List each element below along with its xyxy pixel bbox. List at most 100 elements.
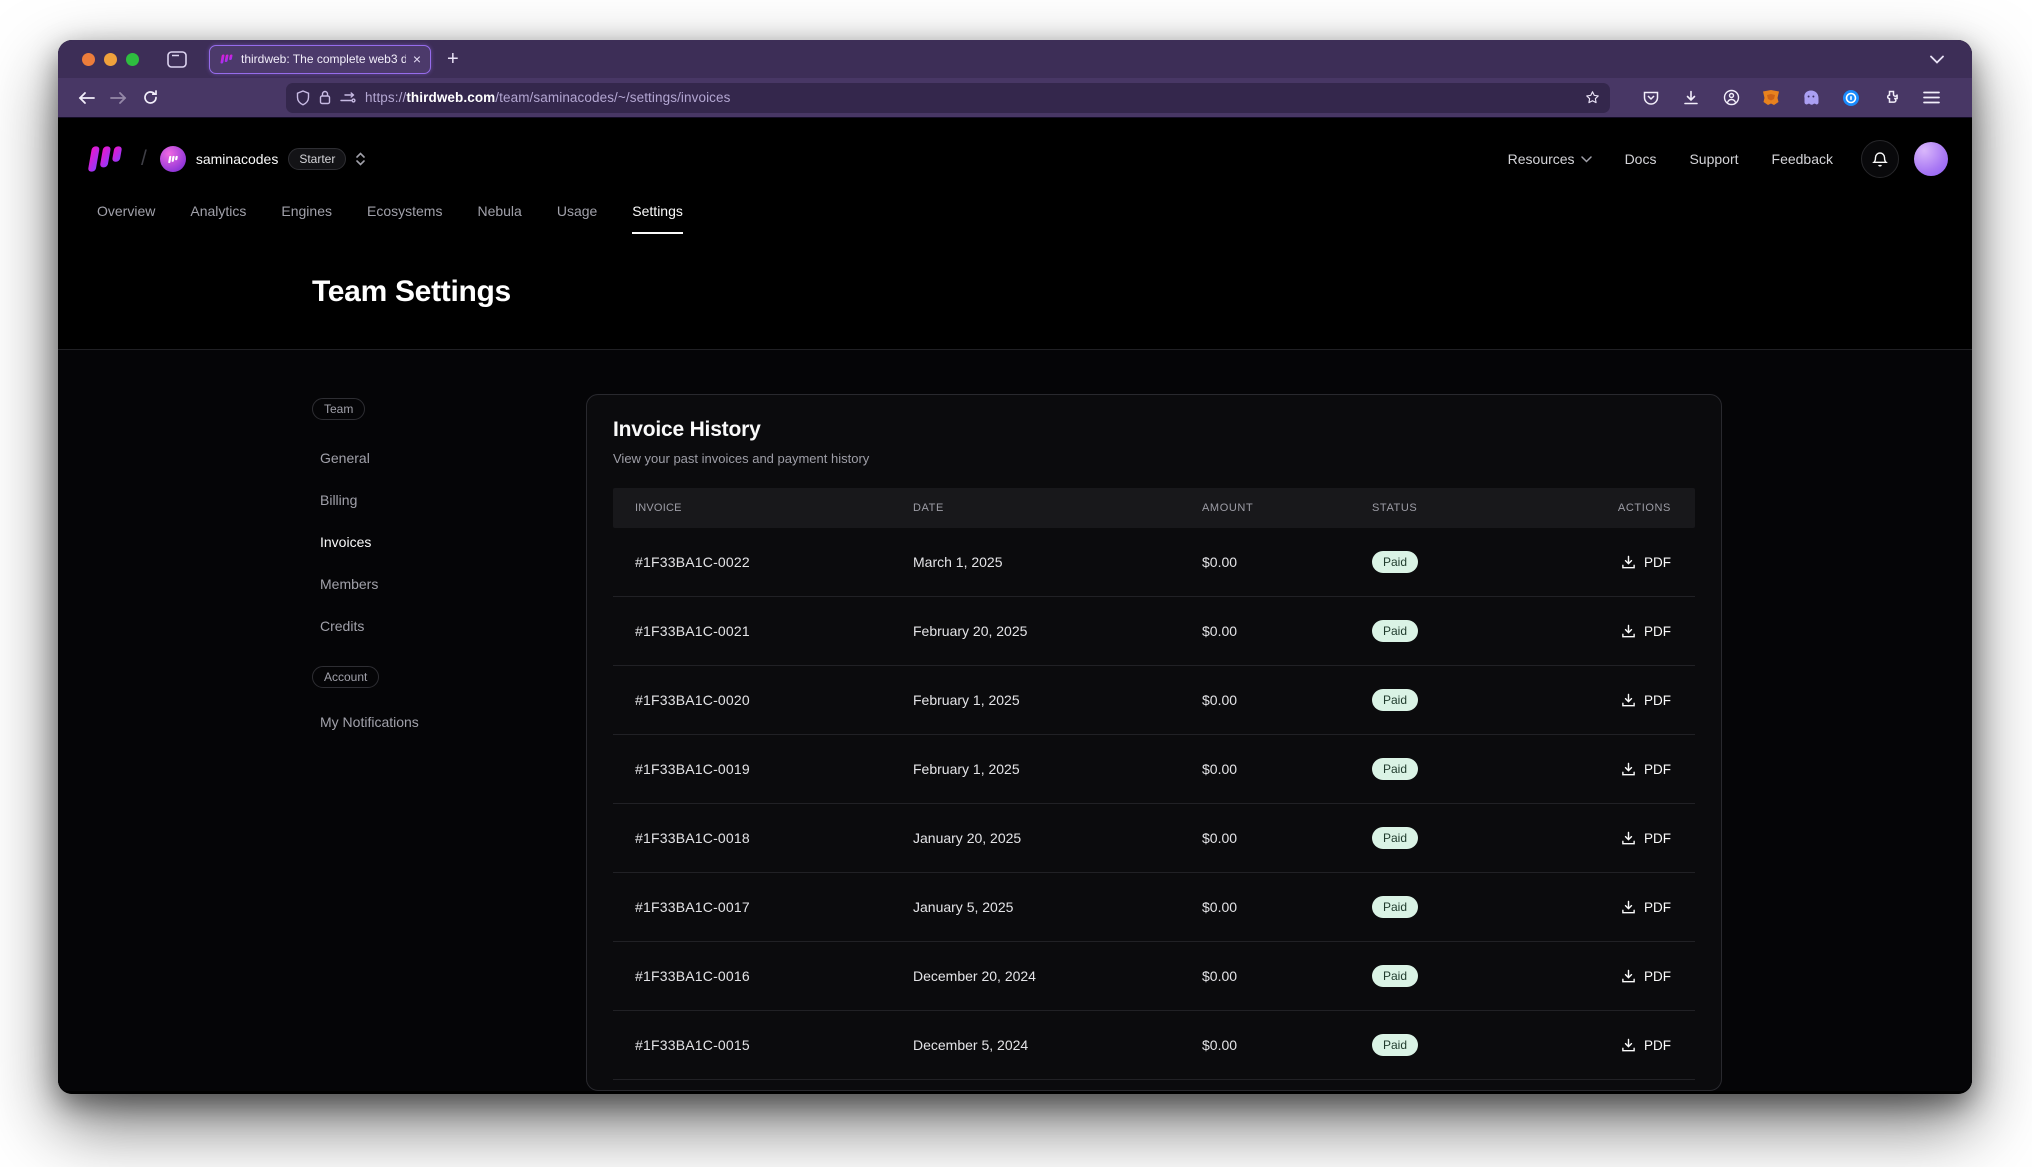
team-name[interactable]: saminacodes <box>196 151 279 167</box>
connection-secure-lock-icon[interactable] <box>319 90 331 105</box>
list-tabs-chevron-icon[interactable] <box>1930 55 1944 64</box>
notifications-bell-button[interactable] <box>1861 140 1899 178</box>
page-title-band: Team Settings <box>58 234 1972 349</box>
download-pdf-button[interactable]: PDF <box>1621 693 1671 708</box>
download-icon <box>1621 900 1636 915</box>
tab-ecosystems[interactable]: Ecosystems <box>367 203 442 234</box>
col-actions: ACTIONS <box>1542 502 1695 514</box>
nav-docs[interactable]: Docs <box>1625 151 1657 167</box>
url-bar[interactable]: https://thirdweb.com/team/saminacodes/~/… <box>286 83 1610 113</box>
sidebar-group-account: Account <box>312 666 379 688</box>
close-window-button[interactable] <box>82 53 95 66</box>
invoice-amount: $0.00 <box>1202 554 1372 570</box>
download-pdf-button[interactable]: PDF <box>1621 555 1671 570</box>
card-title: Invoice History <box>613 418 1695 442</box>
table-row: #1F33BA1C-0020 February 1, 2025 $0.00 Pa… <box>613 666 1695 735</box>
download-icon <box>1621 762 1636 777</box>
team-avatar[interactable] <box>160 146 186 172</box>
metamask-extension-icon[interactable] <box>1756 84 1786 112</box>
invoice-amount: $0.00 <box>1202 899 1372 915</box>
tab-nebula[interactable]: Nebula <box>477 203 521 234</box>
download-pdf-button[interactable]: PDF <box>1621 762 1671 777</box>
tracking-protection-shield-icon[interactable] <box>296 90 310 106</box>
close-tab-icon[interactable]: × <box>413 52 421 66</box>
download-icon <box>1621 1038 1636 1053</box>
invoices-table: INVOICE DATE AMOUNT STATUS ACTIONS #1F33… <box>613 488 1695 1080</box>
tab-analytics[interactable]: Analytics <box>190 203 246 234</box>
col-status: STATUS <box>1372 502 1542 514</box>
menu-hamburger-icon[interactable] <box>1916 84 1946 112</box>
maximize-window-button[interactable] <box>126 53 139 66</box>
tab-title: thirdweb: The complete web3 d <box>241 52 406 66</box>
invoice-date: January 5, 2025 <box>913 899 1202 915</box>
tab-usage[interactable]: Usage <box>557 203 597 234</box>
bookmark-star-icon[interactable] <box>1585 90 1600 105</box>
invoice-number: #1F33BA1C-0021 <box>613 623 913 639</box>
card-subtitle: View your past invoices and payment hist… <box>613 451 1695 466</box>
invoice-amount: $0.00 <box>1202 761 1372 777</box>
download-icon <box>1621 831 1636 846</box>
minimize-window-button[interactable] <box>104 53 117 66</box>
downloads-icon[interactable] <box>1676 84 1706 112</box>
status-badge: Paid <box>1372 827 1418 849</box>
thirdweb-header: / saminacodes Starter Resources Docs Sup… <box>58 118 1972 234</box>
thirdweb-logo[interactable] <box>82 145 128 173</box>
invoice-amount: $0.00 <box>1202 692 1372 708</box>
download-pdf-button[interactable]: PDF <box>1621 1038 1671 1053</box>
user-avatar[interactable] <box>1914 142 1948 176</box>
extensions-puzzle-icon[interactable] <box>1876 84 1906 112</box>
browser-window: thirdweb: The complete web3 d × + <box>58 40 1972 1094</box>
table-row: #1F33BA1C-0019 February 1, 2025 $0.00 Pa… <box>613 735 1695 804</box>
tab-settings[interactable]: Settings <box>632 203 683 234</box>
settings-layout: Team General Billing Invoices Members Cr… <box>58 350 1972 1091</box>
sidebar-item-general[interactable]: General <box>312 450 542 466</box>
onepassword-extension-icon[interactable] <box>1836 84 1866 112</box>
phantom-extension-icon[interactable] <box>1796 84 1826 112</box>
nav-resources[interactable]: Resources <box>1508 151 1592 167</box>
invoice-number: #1F33BA1C-0020 <box>613 692 913 708</box>
pocket-icon[interactable] <box>1636 84 1666 112</box>
firefox-view-icon[interactable] <box>167 51 187 68</box>
status-badge: Paid <box>1372 620 1418 642</box>
nav-feedback[interactable]: Feedback <box>1772 151 1833 167</box>
page-title: Team Settings <box>312 275 1948 309</box>
col-date: DATE <box>913 502 1202 514</box>
browser-tab[interactable]: thirdweb: The complete web3 d × <box>209 45 431 74</box>
sidebar-item-credits[interactable]: Credits <box>312 618 542 634</box>
sidebar-group-team: Team <box>312 398 365 420</box>
back-button[interactable] <box>70 83 102 113</box>
sidebar-item-billing[interactable]: Billing <box>312 492 542 508</box>
download-icon <box>1621 624 1636 639</box>
firefox-account-icon[interactable] <box>1716 84 1746 112</box>
invoice-amount: $0.00 <box>1202 1037 1372 1053</box>
team-switcher-chevrons-icon[interactable] <box>355 151 366 167</box>
address-text[interactable]: https://thirdweb.com/team/saminacodes/~/… <box>365 90 1576 105</box>
download-pdf-button[interactable]: PDF <box>1621 831 1671 846</box>
invoice-date: February 1, 2025 <box>913 761 1202 777</box>
site-permissions-icon[interactable] <box>340 92 356 104</box>
invoice-date: December 20, 2024 <box>913 968 1202 984</box>
sidebar-item-members[interactable]: Members <box>312 576 542 592</box>
download-pdf-button[interactable]: PDF <box>1621 969 1671 984</box>
tab-overview[interactable]: Overview <box>97 203 155 234</box>
sidebar-item-my-notifications[interactable]: My Notifications <box>312 714 542 730</box>
download-icon <box>1621 969 1636 984</box>
invoice-date: December 5, 2024 <box>913 1037 1202 1053</box>
status-badge: Paid <box>1372 965 1418 987</box>
nav-support[interactable]: Support <box>1689 151 1738 167</box>
tab-engines[interactable]: Engines <box>281 203 332 234</box>
col-amount: AMOUNT <box>1202 502 1372 514</box>
invoice-number: #1F33BA1C-0017 <box>613 899 913 915</box>
sidebar-item-invoices[interactable]: Invoices <box>312 534 542 550</box>
download-pdf-button[interactable]: PDF <box>1621 900 1671 915</box>
window-controls <box>82 53 139 66</box>
reload-button[interactable] <box>134 83 166 113</box>
forward-button[interactable] <box>102 83 134 113</box>
download-pdf-button[interactable]: PDF <box>1621 624 1671 639</box>
table-row: #1F33BA1C-0016 December 20, 2024 $0.00 P… <box>613 942 1695 1011</box>
table-row: #1F33BA1C-0021 February 20, 2025 $0.00 P… <box>613 597 1695 666</box>
settings-sidebar: Team General Billing Invoices Members Cr… <box>312 350 542 1091</box>
invoice-number: #1F33BA1C-0019 <box>613 761 913 777</box>
table-header-row: INVOICE DATE AMOUNT STATUS ACTIONS <box>613 488 1695 528</box>
new-tab-button[interactable]: + <box>447 48 459 71</box>
